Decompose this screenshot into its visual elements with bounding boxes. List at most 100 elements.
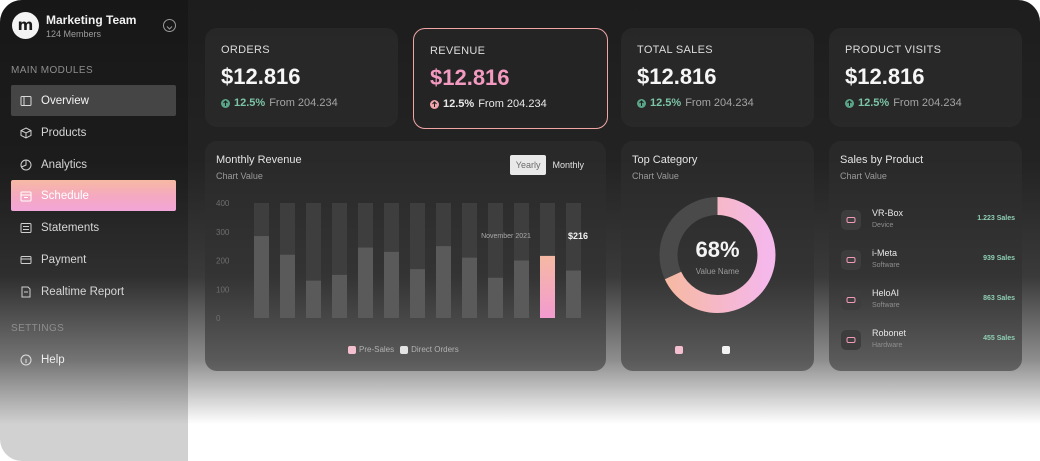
kpi-card-orders[interactable]: ORDERS $12.816 12.5% From 204.234 [205,28,398,127]
kpi-change: 12.5% From 204.234 [637,97,754,109]
bar-value[interactable] [410,269,425,318]
product-icon [841,250,861,270]
main-modules-label: MAIN MODULES [11,65,94,76]
bar-value[interactable] [566,270,581,318]
toggle-monthly[interactable]: Monthly [546,155,590,175]
kpi-value: $12.816 [637,64,717,89]
sidebar: m Marketing Team 124 Members MAIN MODULE… [0,0,188,461]
team-members: 124 Members [46,29,102,39]
sidebar-item-analytics[interactable]: Analytics [11,149,176,180]
legend-swatch-category-1 [675,346,683,354]
sidebar-item-label: Payment [41,253,87,266]
kpi-title: ORDERS [221,44,270,56]
legend-swatch-direct-orders [400,345,409,354]
bar-value[interactable] [358,247,373,318]
y-tick-label: 300 [216,228,230,237]
list-item[interactable]: i-Meta Software 939 Sales [839,247,1015,277]
bar-value[interactable] [488,277,503,318]
legend-label-pre-sales: Pre-Sales [359,345,395,354]
document-icon [20,286,32,298]
bar-pre-sales[interactable] [540,255,555,318]
sales-by-product-panel: Sales by Product Chart Value VR-Box Devi… [829,141,1022,371]
panel-title: Monthly Revenue [216,154,302,166]
bar-value[interactable] [306,280,321,318]
layout-icon [20,95,32,107]
tooltip-label: November 2021 [481,233,531,240]
kpi-change: 12.5% From 204.234 [221,97,338,109]
sidebar-item-statements[interactable]: Statements [11,212,176,243]
panel-subtitle: Chart Value [216,171,263,181]
sidebar-item-overview[interactable]: Overview [11,85,176,116]
product-category: Software [872,302,900,309]
chart-legend: Pre-Sales Direct Orders [348,345,459,354]
sidebar-item-label: Products [41,126,87,139]
sidebar-item-label: Analytics [41,158,88,171]
bar-value[interactable] [384,251,399,318]
arrow-up-icon [637,98,646,108]
kpi-value: $12.816 [221,64,301,89]
sidebar-item-label: Statements [41,221,100,234]
arrow-up-icon [845,98,854,108]
bar-value[interactable] [332,274,347,318]
team-switcher[interactable]: m Marketing Team 124 Members [12,12,178,42]
product-sales: 1.223 Sales [977,215,1015,222]
donut-percent: 68% [695,237,740,262]
kpi-card-total-sales[interactable]: TOTAL SALES $12.816 12.5% From 204.234 [621,28,814,127]
y-tick-label: 0 [216,314,221,323]
product-icon [841,330,861,350]
kpi-card-revenue[interactable]: REVENUE $12.816 12.5% From 204.234 [413,28,608,129]
sidebar-item-help[interactable]: Help [11,344,176,375]
monthly-revenue-chart: 400 300 200 100 0 November 2021 $216 [216,199,588,323]
team-name: Marketing Team [46,13,137,27]
top-category-panel: Top Category Chart Value 68% Value Name [621,141,814,371]
bar-value[interactable] [436,246,451,318]
product-sales: 863 Sales [983,295,1015,302]
list-item[interactable]: HeloAI Software 863 Sales [839,287,1015,317]
product-sales: 455 Sales [983,335,1015,342]
product-sales: 939 Sales [983,255,1015,262]
product-name: i-Meta [872,248,898,258]
credit-card-icon [20,254,32,266]
bar-value[interactable] [514,260,529,319]
list-item[interactable]: VR-Box Device 1.223 Sales [839,207,1015,237]
info-icon [20,354,32,366]
box-icon [20,126,32,139]
dashboard-window: m Marketing Team 124 Members MAIN MODULE… [0,0,1040,461]
sidebar-item-products[interactable]: Products [11,117,176,148]
bar-value[interactable] [462,257,477,318]
product-category: Hardware [872,342,903,349]
kpi-card-product-visits[interactable]: PRODUCT VISITS $12.816 12.5% From 204.23… [829,28,1022,127]
product-category: Device [872,222,894,229]
sidebar-item-label: Schedule [41,189,89,202]
panel-title: Sales by Product [840,154,924,166]
sidebar-item-payment[interactable]: Payment [11,244,176,275]
product-name: HeloAI [872,288,900,298]
product-name: Robonet [872,328,907,338]
y-tick-label: 100 [216,285,230,294]
sidebar-item-schedule[interactable]: Schedule [11,180,176,211]
list-item[interactable]: Robonet Hardware 455 Sales [839,327,1015,357]
panel-subtitle: Chart Value [632,171,679,181]
settings-label: SETTINGS [11,323,65,334]
chevron-down-icon[interactable] [163,19,176,32]
arrow-up-icon [221,98,230,108]
panel-subtitle: Chart Value [840,171,887,181]
kpi-title: TOTAL SALES [637,44,713,56]
sidebar-item-realtime-report[interactable]: Realtime Report [11,276,176,307]
kpi-change: 12.5% From 204.234 [430,98,547,110]
kpi-title: REVENUE [430,45,486,57]
toggle-yearly[interactable]: Yearly [509,155,547,175]
product-icon [841,210,861,230]
legend-label-direct-orders: Direct Orders [411,345,459,354]
list-icon [20,222,32,234]
arrow-up-icon [430,99,439,109]
bar-value[interactable] [254,236,269,318]
monthly-revenue-panel: Monthly Revenue Chart Value Yearly Month… [205,141,606,371]
product-name: VR-Box [872,208,904,218]
sidebar-item-label: Overview [41,94,89,107]
tooltip-value: $216 [568,231,588,241]
sidebar-item-label: Realtime Report [41,285,125,298]
bar-value[interactable] [280,254,295,318]
pie-chart-icon [20,159,32,171]
team-logo: m [12,12,39,39]
